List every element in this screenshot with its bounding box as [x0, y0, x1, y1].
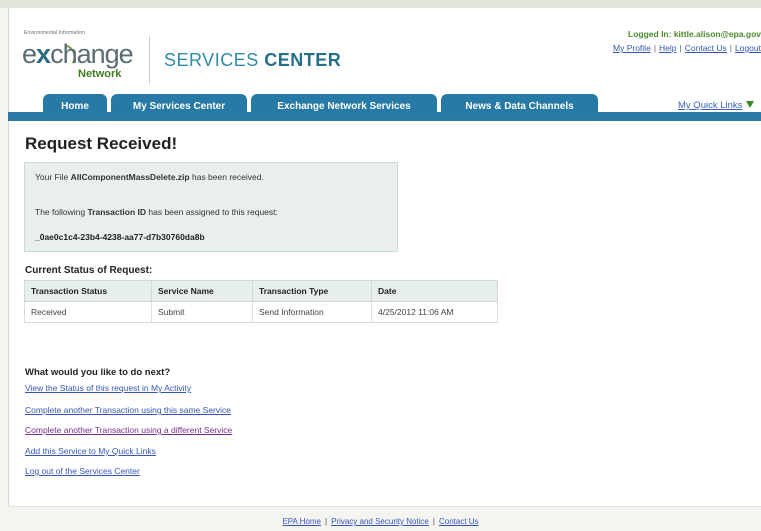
exchange-network-logo[interactable]: exchange — [22, 39, 134, 69]
text: has been assigned to this request: — [146, 207, 278, 217]
transaction-id-value: _0ae0c1c4-23b4-4238-aa77-d7b30760da8b — [35, 232, 205, 242]
add-quick-link-link[interactable]: Add this Service to My Quick Links — [25, 446, 156, 456]
next-steps-heading: What would you like to do next? — [25, 367, 171, 378]
file-received-text: Your File AllComponentMassDelete.zip has… — [35, 172, 264, 182]
log-out-link[interactable]: Log out of the Services Center — [25, 466, 140, 476]
epa-home-link[interactable]: EPA Home — [282, 517, 321, 526]
table-cell: Submit — [151, 301, 253, 323]
footer-divider — [8, 506, 761, 507]
different-service-link[interactable]: Complete another Transaction using a dif… — [25, 425, 232, 435]
text: The following — [35, 207, 88, 217]
contact-us-link[interactable]: Contact Us — [685, 43, 727, 53]
title-center: CENTER — [264, 50, 342, 70]
text: Your File — [35, 172, 71, 182]
logged-in-status: Logged In: kittle.alison@epa.gov — [560, 29, 761, 39]
tab-label: Exchange Network Services — [277, 100, 411, 112]
link-separator: | — [324, 517, 328, 526]
table-cell: Send Information — [252, 301, 372, 323]
link-separator: | — [432, 517, 435, 526]
help-link[interactable]: Help — [659, 43, 676, 53]
table-cell: 4/25/2012 11:06 AM — [371, 301, 498, 323]
table-cell: Received — [24, 301, 152, 323]
text: has been received. — [189, 172, 264, 182]
login-panel: Logged In: kittle.alison@epa.gov My Prof… — [560, 29, 761, 53]
privacy-notice-link[interactable]: Privacy and Security Notice — [331, 517, 429, 526]
same-service-link[interactable]: Complete another Transaction using this … — [25, 405, 231, 415]
my-profile-link[interactable]: My Profile — [613, 43, 651, 53]
account-links: My Profile | Help | Contact Us | Logout — [560, 43, 761, 53]
status-table: Transaction Status Service Name Transact… — [24, 280, 498, 323]
logo-tagline: Environmental Information — [24, 30, 85, 36]
tab-label: Home — [61, 100, 89, 112]
logged-in-user: kittle.alison@epa.gov — [673, 29, 761, 39]
link-separator: | — [729, 43, 732, 53]
header-divider — [149, 36, 150, 84]
transaction-id-label: Transaction ID — [87, 207, 147, 217]
page-title: Request Received! — [25, 134, 178, 153]
tab-label: My Services Center — [132, 100, 226, 112]
tab-news-data-channels[interactable]: News & Data Channels — [441, 94, 598, 118]
footer-contact-us-link[interactable]: Contact Us — [439, 517, 479, 526]
status-heading: Current Status of Request: — [25, 265, 153, 276]
tab-label: News & Data Channels — [465, 100, 574, 112]
table-row: Received Submit Send Information 4/25/20… — [24, 301, 498, 323]
transaction-assigned-text: The following Transaction ID has been as… — [35, 207, 278, 217]
title-services: SERVICES — [164, 50, 259, 70]
column-header: Transaction Type — [252, 280, 372, 302]
services-center-title: SERVICES CENTER — [164, 50, 341, 71]
logo-x: x — [36, 39, 51, 69]
triangle-down-icon[interactable] — [746, 101, 754, 108]
logo-change: change — [50, 39, 134, 69]
link-separator: | — [653, 43, 657, 53]
logo-network-text: Network — [78, 68, 122, 80]
logged-in-label: Logged In: — [628, 29, 672, 39]
link-separator: | — [679, 43, 682, 53]
column-header: Service Name — [151, 280, 253, 302]
my-quick-links[interactable]: My Quick Links — [678, 100, 742, 111]
footer: EPA Home | Privacy and Security Notice | Con… — [0, 517, 761, 526]
confirmation-box: Your File AllComponentMassDelete.zip has… — [24, 162, 398, 252]
column-header: Transaction Status — [24, 280, 152, 302]
file-name: AllComponentMassDelete.zip — [70, 172, 190, 182]
table-header-row: Transaction Status Service Name Transact… — [24, 280, 498, 302]
top-strip — [0, 0, 761, 8]
column-header: Date — [371, 280, 498, 302]
tab-home[interactable]: Home — [43, 94, 107, 118]
tab-exchange-network-services[interactable]: Exchange Network Services — [251, 94, 437, 118]
logout-link[interactable]: Logout — [735, 43, 761, 53]
logo-e: e — [22, 39, 37, 69]
view-status-link[interactable]: View the Status of this request in My Ac… — [25, 383, 191, 393]
tab-my-services-center[interactable]: My Services Center — [111, 94, 247, 118]
